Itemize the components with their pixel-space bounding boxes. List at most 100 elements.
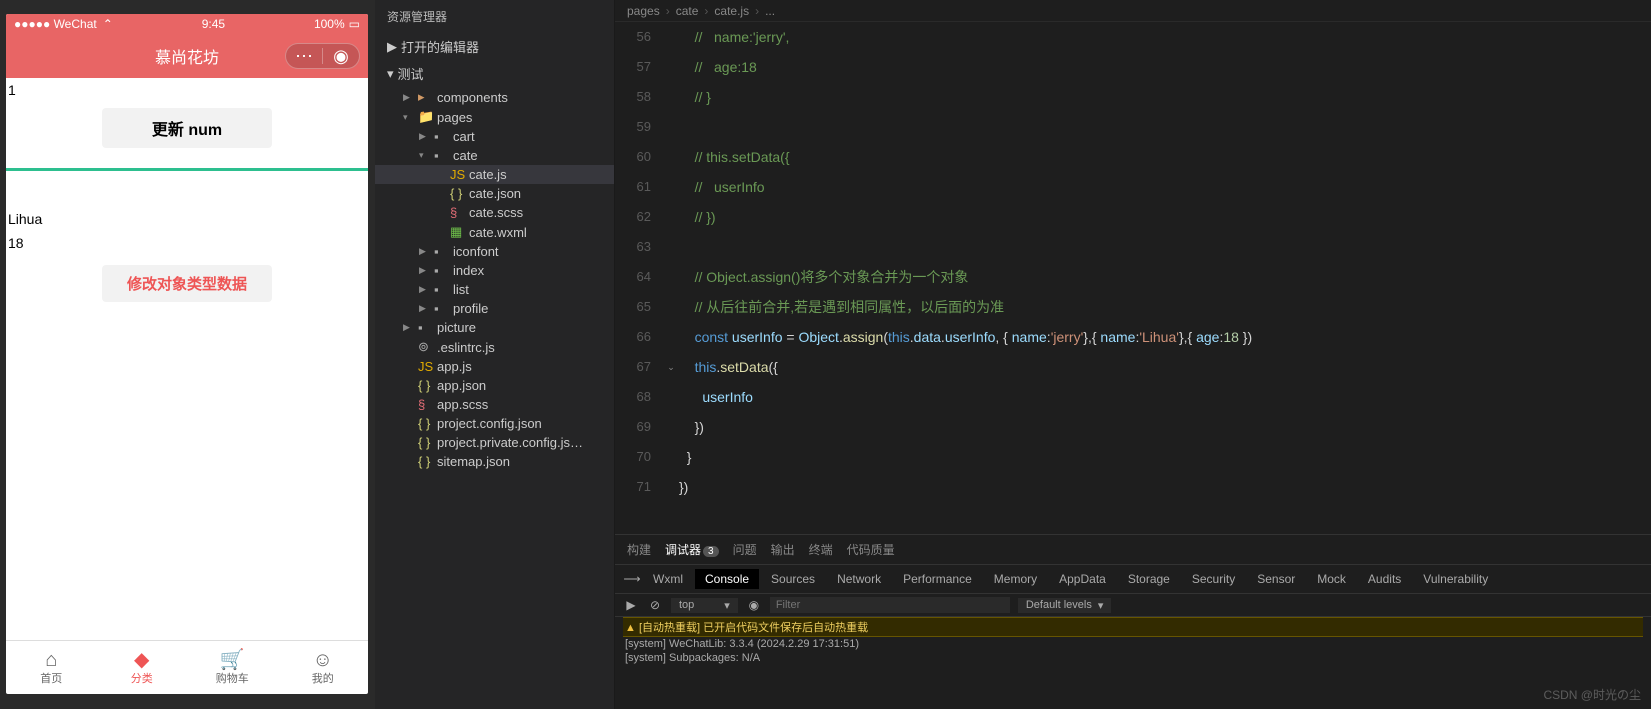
console-eye-icon[interactable]: ◉ xyxy=(746,598,762,612)
code-line[interactable]: // }) xyxy=(679,202,1651,232)
fold-marker[interactable] xyxy=(663,142,679,172)
code-line[interactable]: // Object.assign()将多个对象合并为一个对象 xyxy=(679,262,1651,292)
panel-tabs[interactable]: 构建调试器3 问题输出终端代码质量 xyxy=(615,535,1651,565)
panel-tab[interactable]: 构建 xyxy=(627,541,651,558)
fold-marker[interactable] xyxy=(663,262,679,292)
tab-category[interactable]: ◆分类 xyxy=(97,641,188,694)
tree-item[interactable]: { }project.private.config.js… xyxy=(375,433,614,452)
tree-item[interactable]: ▶▪cart xyxy=(375,127,614,146)
code-line[interactable]: // 从后往前合并,若是遇到相同属性，以后面的为准 xyxy=(679,292,1651,322)
devtools-tab[interactable]: Sensor xyxy=(1247,569,1305,589)
tree-item[interactable]: { }app.json xyxy=(375,376,614,395)
breadcrumb-item[interactable]: ... xyxy=(765,4,775,18)
fold-marker[interactable] xyxy=(663,22,679,52)
fold-marker[interactable] xyxy=(663,82,679,112)
open-editors-section[interactable]: ▶ 打开的编辑器 xyxy=(375,33,614,60)
fold-marker[interactable] xyxy=(663,52,679,82)
code-line[interactable]: } xyxy=(679,442,1651,472)
tree-item[interactable]: ▶▪iconfont xyxy=(375,242,614,261)
devtools-tab[interactable]: Memory xyxy=(984,569,1047,589)
console-context-dropdown[interactable]: top ▾ xyxy=(671,598,738,613)
panel-tab[interactable]: 调试器3 xyxy=(665,541,719,558)
fold-marker[interactable] xyxy=(663,442,679,472)
console-line[interactable]: [自动热重载] 已开启代码文件保存后自动热重载 xyxy=(623,617,1643,637)
console-output[interactable]: [自动热重载] 已开启代码文件保存后自动热重载[system] WeChatLi… xyxy=(615,617,1651,709)
tree-item[interactable]: JSapp.js xyxy=(375,357,614,376)
breadcrumb-item[interactable]: cate.js xyxy=(714,4,749,18)
tree-item[interactable]: §app.scss xyxy=(375,395,614,414)
console-filter-input[interactable] xyxy=(770,597,1010,613)
code-line[interactable]: this.setData({ xyxy=(679,352,1651,382)
tree-item[interactable]: ▶▸components xyxy=(375,87,614,107)
capsule-menu[interactable]: ⋯ ◉ xyxy=(285,43,360,69)
devtools-tab[interactable]: Wxml xyxy=(643,569,693,589)
console-line[interactable]: [system] Subpackages: N/A xyxy=(623,651,1643,665)
breadcrumb-item[interactable]: cate xyxy=(676,4,699,18)
project-section[interactable]: ▾ 测试 xyxy=(375,60,614,87)
fold-marker[interactable] xyxy=(663,382,679,412)
fold-marker[interactable] xyxy=(663,472,679,502)
console-clear-icon[interactable]: ⊘ xyxy=(647,598,663,612)
code-line[interactable]: // } xyxy=(679,82,1651,112)
devtools-tab[interactable]: Security xyxy=(1182,569,1245,589)
update-num-button[interactable]: 更新 num xyxy=(102,108,272,148)
breadcrumb[interactable]: pages›cate›cate.js›... xyxy=(615,0,1651,22)
code-line[interactable]: }) xyxy=(679,472,1651,502)
devtools-tab[interactable]: Sources xyxy=(761,569,825,589)
code-line[interactable]: // name:'jerry', xyxy=(679,22,1651,52)
code-editor[interactable]: 56575859606162636465666768697071 ⌄ // na… xyxy=(615,22,1651,534)
fold-marker[interactable] xyxy=(663,232,679,262)
devtools-tab[interactable]: Performance xyxy=(893,569,982,589)
code-line[interactable]: // this.setData({ xyxy=(679,142,1651,172)
tree-item[interactable]: ⊚.eslintrc.js xyxy=(375,337,614,357)
capsule-close-icon[interactable]: ◉ xyxy=(323,44,359,68)
tree-item[interactable]: ▾▪cate xyxy=(375,146,614,165)
devtools-tab[interactable]: Vulnerability xyxy=(1413,569,1498,589)
code-line[interactable] xyxy=(679,232,1651,262)
devtools-tab[interactable]: Audits xyxy=(1358,569,1411,589)
console-play-icon[interactable]: ▶ xyxy=(623,598,639,612)
code-line[interactable]: const userInfo = Object.assign(this.data… xyxy=(679,322,1651,352)
code-line[interactable]: }) xyxy=(679,412,1651,442)
code-line[interactable] xyxy=(679,112,1651,142)
code-line[interactable]: // userInfo xyxy=(679,172,1651,202)
tree-item[interactable]: ▾📁pages xyxy=(375,107,614,127)
breadcrumb-item[interactable]: pages xyxy=(627,4,660,18)
inspect-icon[interactable]: ⟶ xyxy=(623,572,641,586)
panel-tab[interactable]: 终端 xyxy=(809,541,833,558)
tree-item[interactable]: { }project.config.json xyxy=(375,414,614,433)
fold-marker[interactable] xyxy=(663,412,679,442)
devtools-tabs[interactable]: ⟶ WxmlConsoleSourcesNetworkPerformanceMe… xyxy=(615,565,1651,594)
fold-marker[interactable]: ⌄ xyxy=(663,352,679,382)
tree-item[interactable]: ▶▪index xyxy=(375,261,614,280)
tab-profile[interactable]: ☺我的 xyxy=(278,641,369,694)
devtools-tab[interactable]: Storage xyxy=(1118,569,1180,589)
tree-item[interactable]: §cate.scss xyxy=(375,203,614,222)
tree-item[interactable]: ▶▪profile xyxy=(375,299,614,318)
tree-item[interactable]: JScate.js xyxy=(375,165,614,184)
devtools-tab[interactable]: Console xyxy=(695,569,759,589)
panel-tab[interactable]: 输出 xyxy=(771,541,795,558)
tree-item[interactable]: { }cate.json xyxy=(375,184,614,203)
code-line[interactable]: userInfo xyxy=(679,382,1651,412)
panel-tab[interactable]: 代码质量 xyxy=(847,541,895,558)
code-line[interactable]: // age:18 xyxy=(679,52,1651,82)
tree-item[interactable]: ▶▪picture xyxy=(375,318,614,337)
tab-home[interactable]: ⌂首页 xyxy=(6,641,97,694)
modify-object-button[interactable]: 修改对象类型数据 xyxy=(102,265,272,302)
capsule-more-icon[interactable]: ⋯ xyxy=(286,44,322,68)
fold-marker[interactable] xyxy=(663,172,679,202)
fold-marker[interactable] xyxy=(663,112,679,142)
tab-cart[interactable]: 🛒购物车 xyxy=(187,641,278,694)
fold-marker[interactable] xyxy=(663,202,679,232)
devtools-tab[interactable]: Network xyxy=(827,569,891,589)
console-line[interactable]: [system] WeChatLib: 3.3.4 (2024.2.29 17:… xyxy=(623,637,1643,651)
fold-column[interactable]: ⌄ xyxy=(663,22,679,534)
fold-marker[interactable] xyxy=(663,292,679,322)
code-content[interactable]: // name:'jerry', // age:18 // } // this.… xyxy=(679,22,1651,534)
tree-item[interactable]: { }sitemap.json xyxy=(375,452,614,471)
panel-tab[interactable]: 问题 xyxy=(733,541,757,558)
devtools-tab[interactable]: Mock xyxy=(1307,569,1356,589)
console-levels-dropdown[interactable]: Default levels ▾ xyxy=(1018,598,1112,613)
fold-marker[interactable] xyxy=(663,322,679,352)
